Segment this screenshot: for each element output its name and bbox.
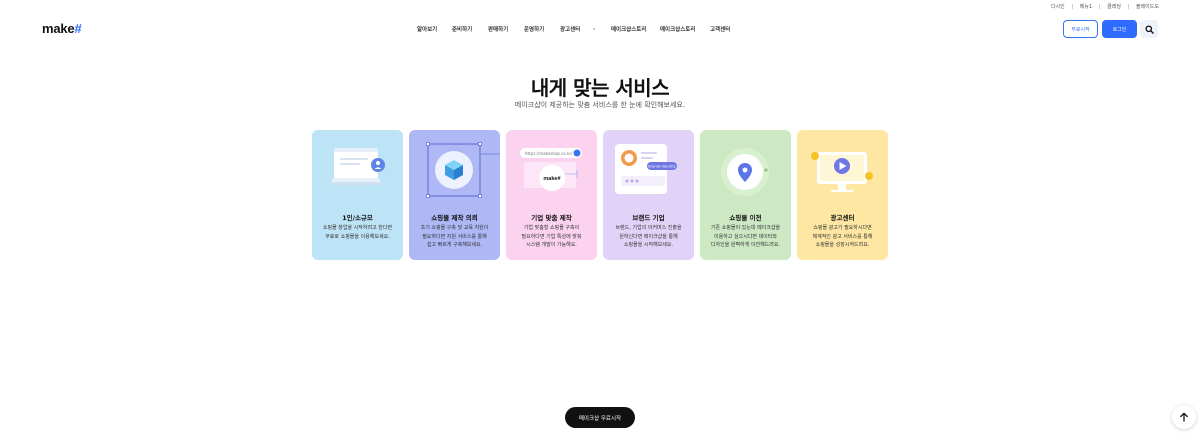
divider: [1071, 4, 1073, 9]
utility-nav: 다시인 메뉴1 클래딩 블레이드도: [1051, 3, 1159, 10]
nav-item-ad-center[interactable]: 광고센터: [560, 25, 580, 33]
card-title: 쇼핑몰 이전: [729, 214, 762, 222]
nav-item-operate[interactable]: 운영하기: [524, 25, 544, 33]
nav-item-story-1[interactable]: 메이크샵스토리: [611, 25, 646, 33]
service-card-brand[interactable]: Brands Identity 브랜드 기업 브랜드, 기업의 이커머스 진출을…: [603, 130, 694, 260]
location-pin-illustration: [721, 148, 769, 196]
monitor-user-illustration: [330, 148, 385, 185]
search-button[interactable]: [1140, 20, 1158, 38]
login-button[interactable]: 로그인: [1102, 20, 1137, 38]
divider: [1127, 4, 1129, 9]
brand-identity-illustration: Brands Identity: [615, 144, 677, 194]
make-badge-text: make#: [543, 176, 560, 182]
browser-make-illustration: https://makeshop.co.kr/ make#: [520, 148, 582, 191]
arrow-up-icon: [1180, 412, 1188, 422]
logo[interactable]: make#: [42, 21, 82, 36]
search-icon: [1144, 24, 1154, 34]
nav-divider-dot: [593, 28, 595, 30]
page-title: 내게 맞는 서비스: [530, 76, 670, 100]
nav-item-support[interactable]: 고객센터: [710, 25, 730, 33]
card-title: 쇼핑몰 제작 의뢰: [431, 214, 478, 222]
url-text: https://makeshop.co.kr/: [525, 151, 573, 156]
utility-link-4[interactable]: 블레이드도: [1136, 3, 1159, 10]
cube-selection-illustration: [426, 142, 500, 198]
card-title: 광고센터: [830, 214, 855, 222]
free-start-cta-button[interactable]: 메이크샵 무료시작: [565, 407, 635, 428]
card-description: 브랜드, 기업의 이커머스 진출을 원하신다면 메이크샵을 통해 쇼핑몰을 시작…: [615, 225, 682, 249]
monitor-play-illustration: [811, 152, 873, 192]
logo-text: make: [42, 21, 75, 36]
utility-link-1[interactable]: 다시인: [1051, 3, 1065, 10]
nav-item-learn[interactable]: 알아보기: [417, 25, 437, 33]
utility-link-2[interactable]: 메뉴1: [1080, 3, 1092, 10]
card-description: 초기 쇼핑몰 구축 및 교육 지원이 필요하다면 지원 서비스를 통해 쉽고 빠…: [420, 225, 489, 249]
service-card-ad-center[interactable]: 광고센터 쇼핑몰 광고가 필요하시다면 체계적인 광고 서비스를 통해 쇼핑몰을…: [797, 130, 888, 260]
divider: [1099, 4, 1101, 9]
utility-link-3[interactable]: 클래딩: [1107, 3, 1121, 10]
scroll-top-button[interactable]: [1172, 405, 1196, 429]
page-subtitle: 메이크샵이 제공하는 맞춤 서비스를 한 눈에 확인해보세요.: [514, 101, 686, 109]
logo-hash: #: [74, 21, 82, 36]
brand-identity-label: Brands Identity: [648, 164, 676, 168]
card-description: 기존 쇼핑몰이 있는데 메이크샵을 이용하고 싶으시다면 데이터와 디자인을 완…: [710, 225, 781, 249]
card-title: 브랜드 기업: [632, 214, 665, 222]
card-description: 쇼핑몰 창업을 시작하려고 한다면 무료로 쇼핑몰을 이용해보세요.: [322, 225, 393, 240]
free-start-button[interactable]: 무료시작: [1063, 20, 1098, 38]
nav-item-sell[interactable]: 판매하기: [488, 25, 508, 33]
service-card-enterprise-custom[interactable]: https://makeshop.co.kr/ make# 기업 맞춤 제작 기…: [506, 130, 597, 260]
service-card-build-request[interactable]: 쇼핑몰 제작 의뢰 초기 쇼핑몰 구축 및 교육 지원이 필요하다면 지원 서비…: [409, 130, 500, 260]
nav-item-prepare[interactable]: 준비하기: [452, 25, 472, 33]
service-card-migration[interactable]: 쇼핑몰 이전 기존 쇼핑몰이 있는데 메이크샵을 이용하고 싶으시다면 데이터와…: [700, 130, 791, 260]
nav-item-story-2[interactable]: 메이크샵스토리: [660, 25, 695, 33]
service-cards: 1인/소규모 쇼핑몰 창업을 시작하려고 한다면 무료로 쇼핑몰을 이용해보세요…: [312, 130, 888, 260]
card-title: 1인/소규모: [342, 214, 373, 222]
card-description: 쇼핑몰 광고가 필요하시다면 체계적인 광고 서비스를 통해 쇼핑몰을 성장시켜…: [812, 225, 873, 249]
card-title: 기업 맞춤 제작: [531, 214, 572, 222]
card-description: 기업 맞춤형 쇼핑몰 구축이 필요하다면 기업 특성에 맞춰 시스템 개발이 가…: [521, 225, 582, 249]
service-card-solo[interactable]: 1인/소규모 쇼핑몰 창업을 시작하려고 한다면 무료로 쇼핑몰을 이용해보세요…: [312, 130, 403, 260]
